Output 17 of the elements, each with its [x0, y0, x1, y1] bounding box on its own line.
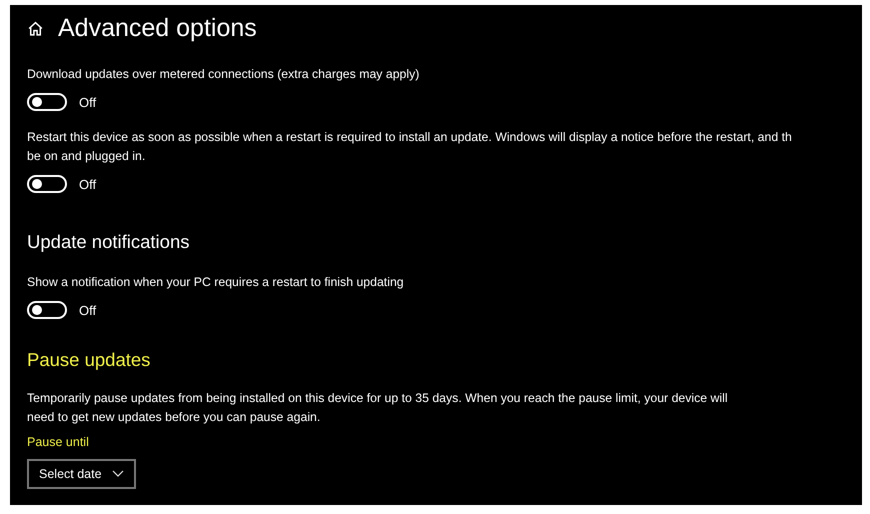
setting-label: Show a notification when your PC requires a restart to finish updating — [27, 274, 405, 291]
page-title: Advanced options — [58, 14, 257, 42]
chevron-down-icon — [112, 470, 124, 478]
toggle-switch[interactable] — [27, 301, 67, 319]
setting-label: Restart this device as soon as possible when a restart is required to install an update. Windows will display a notice before the restart, and th be on and plugged in. — [27, 129, 793, 165]
toggle-state: Off — [79, 302, 96, 318]
section-heading: Pause updates — [27, 349, 152, 371]
toggle-state: Off — [79, 176, 96, 192]
toggle-switch[interactable] — [27, 93, 67, 111]
setting-label: Download updates over metered connections (extra charges may apply) — [27, 66, 420, 83]
toggle-switch[interactable] — [27, 175, 67, 193]
section-heading: Update notifications — [27, 231, 190, 253]
toggle-state: Off — [79, 94, 96, 110]
home-icon[interactable] — [27, 20, 44, 36]
field-label: Pause until — [27, 435, 90, 449]
date-dropdown[interactable]: Select date — [27, 459, 136, 489]
description-text: Temporarily pause updates from being installed on this device for up to 35 days. When you reach the pause limit, your device will need to get new updates before you can pause again. — [27, 390, 729, 426]
